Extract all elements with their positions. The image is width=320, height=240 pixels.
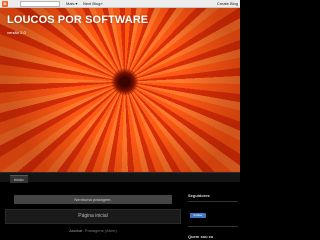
tab-home[interactable]: Início	[10, 175, 28, 183]
followers-title: Seguidores	[188, 193, 210, 198]
blogger-navbar: B Mais ▾ Next Blog» Create Blog	[0, 0, 240, 8]
site-title[interactable]: LOUCOS POR SOFTWARE	[7, 14, 148, 26]
page-tabs: Início	[0, 172, 240, 183]
blogger-logo-icon[interactable]: B	[2, 1, 8, 7]
create-blog-link[interactable]: Create Blog	[217, 1, 238, 7]
header-banner-image: LOUCOS POR SOFTWARE versão 2.0	[0, 8, 240, 176]
main-content: Nenhuma postagem. Página inicial Assinar…	[5, 188, 181, 240]
site-description: versão 2.0	[7, 30, 26, 35]
more-menu-button[interactable]: Mais ▾	[66, 1, 78, 7]
next-blog-link[interactable]: Next Blog»	[83, 1, 103, 7]
no-posts-message: Nenhuma postagem.	[14, 195, 172, 204]
about-me-title: Quem sou eu	[188, 234, 214, 239]
subscribe-atom-link[interactable]: Postagens (Atom)	[85, 228, 117, 233]
follow-button[interactable]: Follow	[190, 213, 206, 218]
subscribe-line: Assinar: Postagens (Atom)	[5, 228, 181, 233]
sidebar: Seguidores Follow Quem sou eu	[186, 190, 240, 240]
widget-divider	[188, 226, 238, 227]
navbar-search-input[interactable]	[20, 1, 60, 7]
widget-divider	[188, 201, 238, 202]
subscribe-prefix: Assinar:	[69, 228, 84, 233]
home-page-link[interactable]: Página inicial	[5, 209, 181, 224]
